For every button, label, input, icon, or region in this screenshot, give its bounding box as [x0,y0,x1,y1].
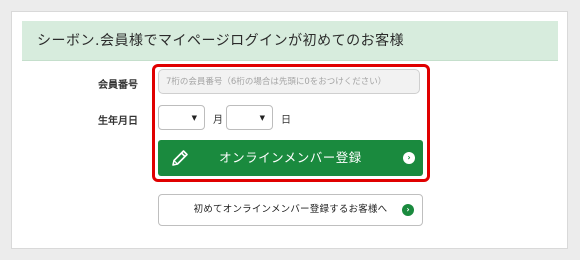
member-number-label: 会員番号 [98,80,138,91]
content-panel: シーボン.会員様でマイページログインが初めてのお客様 会員番号 生年月日 ▼ 月… [11,11,568,249]
day-unit: 日 [281,115,291,126]
birthdate-label: 生年月日 [98,116,138,127]
section-title: シーボン.会員様でマイページログインが初めてのお客様 [37,33,405,49]
day-select[interactable]: ▼ [226,105,273,130]
section-header: シーボン.会員様でマイページログインが初めてのお客様 [22,21,558,61]
chevron-right-circle-icon: › [402,204,414,216]
register-button-label: オンラインメンバー登録 [219,150,362,165]
caret-down-icon: ▼ [191,114,197,122]
month-unit: 月 [213,115,223,126]
member-number-input[interactable] [158,69,420,94]
month-select[interactable]: ▼ [158,105,205,130]
first-time-guide-label: 初めてオンラインメンバー登録するお客様へ [193,204,388,215]
first-time-guide-button[interactable]: 初めてオンラインメンバー登録するお客様へ › [158,194,423,226]
chevron-right-circle-icon: › [403,152,415,164]
caret-down-icon: ▼ [259,114,265,122]
online-member-register-button[interactable]: オンラインメンバー登録 › [158,140,423,176]
